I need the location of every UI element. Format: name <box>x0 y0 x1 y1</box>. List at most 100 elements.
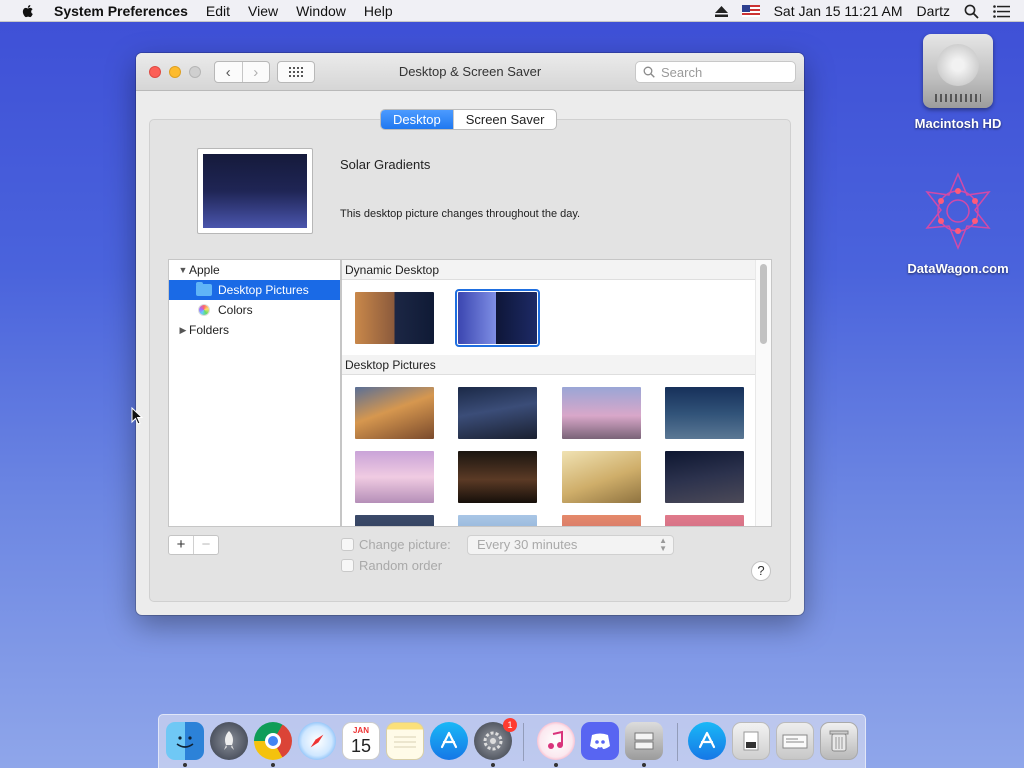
tab-screen-saver[interactable]: Screen Saver <box>452 110 557 129</box>
thumbnail-row4-3[interactable] <box>562 515 641 526</box>
mouse-cursor-icon <box>131 407 143 425</box>
launchpad-icon[interactable] <box>210 722 248 760</box>
picture-description: This desktop picture changes throughout … <box>340 208 581 220</box>
safari-icon[interactable] <box>298 722 336 760</box>
trash-icon[interactable] <box>820 722 858 760</box>
menu-edit[interactable]: Edit <box>206 3 230 19</box>
random-order-option[interactable]: Random order <box>341 558 442 573</box>
color-wheel-icon <box>198 304 210 316</box>
spotlight-search-icon[interactable] <box>964 4 979 19</box>
thumbnail-the-cove[interactable] <box>562 387 641 439</box>
datawagon-logo-icon <box>925 172 991 250</box>
menu-user[interactable]: Dartz <box>917 3 950 19</box>
menu-view[interactable]: View <box>248 3 278 19</box>
documents-stack-icon[interactable] <box>732 722 770 760</box>
scrollbar-thumb[interactable] <box>760 264 767 344</box>
menu-app-name[interactable]: System Preferences <box>54 3 188 19</box>
disclosure-collapsed-icon[interactable]: ▶ <box>177 325 189 336</box>
finder-icon[interactable] <box>166 722 204 760</box>
downloads-stack-icon[interactable] <box>776 722 814 760</box>
calendar-icon[interactable]: JAN 15 <box>342 722 380 760</box>
source-item-desktop-pictures[interactable]: Desktop Pictures <box>169 280 340 300</box>
menu-help[interactable]: Help <box>364 3 393 19</box>
thumbnail-row4-1[interactable] <box>355 515 434 526</box>
folder-icon <box>196 282 212 296</box>
search-icon <box>643 66 655 78</box>
up-down-arrows-icon: ▲ ▼ <box>659 536 667 553</box>
search-field[interactable]: Search <box>635 61 796 83</box>
desktop-screen-saver-window: ‹ › Desktop & Screen Saver Search Deskto… <box>136 53 804 615</box>
apple-menu-icon[interactable] <box>20 3 36 19</box>
random-order-checkbox[interactable] <box>341 559 354 572</box>
random-order-label: Random order <box>359 558 443 573</box>
running-indicator <box>271 763 275 767</box>
source-item-label: Colors <box>218 303 253 317</box>
dock-separator <box>523 723 524 761</box>
tab-desktop[interactable]: Desktop <box>381 110 453 129</box>
tab-control: Desktop Screen Saver <box>380 109 558 130</box>
source-item-colors[interactable]: Colors <box>169 300 340 320</box>
input-source-flag-icon[interactable] <box>741 5 760 17</box>
desktop-icon-macintosh-hd[interactable]: Macintosh HD <box>903 34 1013 131</box>
thumbnail-sand-dunes[interactable] <box>562 451 641 503</box>
source-item-folders[interactable]: ▶ Folders <box>169 320 340 340</box>
interval-value: Every 30 minutes <box>477 537 578 552</box>
notes-icon[interactable] <box>386 722 424 760</box>
remove-folder-button[interactable]: − <box>193 536 218 554</box>
eject-icon[interactable] <box>714 5 728 17</box>
section-header-dynamic-desktop: Dynamic Desktop <box>342 260 756 280</box>
menu-window[interactable]: Window <box>296 3 346 19</box>
disk-utility-icon[interactable] <box>625 722 663 760</box>
section-header-desktop-pictures: Desktop Pictures <box>342 355 756 375</box>
thumbnail-row4-2[interactable] <box>458 515 537 526</box>
running-indicator <box>491 763 495 767</box>
thumbnail-high-sierra[interactable] <box>665 387 744 439</box>
applications-folder-icon[interactable] <box>688 722 726 760</box>
desktop-picture-grid: Dynamic Desktop Desktop Pictures <box>341 259 772 527</box>
menu-clock[interactable]: Sat Jan 15 11:21 AM <box>774 3 903 19</box>
folder-add-remove: + − <box>168 535 219 555</box>
title-bar[interactable]: ‹ › Desktop & Screen Saver Search <box>136 53 804 91</box>
thumbnail-row4-4[interactable] <box>665 515 744 526</box>
help-button[interactable]: ? <box>751 561 771 581</box>
itunes-icon[interactable] <box>537 722 575 760</box>
source-item-label: Folders <box>189 323 230 337</box>
running-indicator <box>554 763 558 767</box>
grid-scrollbar[interactable] <box>755 260 771 526</box>
system-preferences-icon[interactable]: 1 <box>474 718 517 760</box>
dock: JAN 15 1 <box>158 714 866 768</box>
change-interval-select[interactable]: Every 30 minutes ▲ ▼ <box>467 535 674 555</box>
calendar-day: 15 <box>350 736 372 756</box>
thumbnail-mojave-dynamic[interactable] <box>355 292 434 344</box>
desktop-icon-datawagon[interactable]: DataWagon.com <box>903 170 1013 276</box>
thumbnail-solar-gradients[interactable] <box>455 289 540 347</box>
hard-drive-icon <box>923 34 993 108</box>
dock-separator <box>677 723 678 761</box>
source-item-apple[interactable]: ▼ Apple <box>169 260 340 280</box>
change-picture-option[interactable]: Change picture: <box>341 537 451 552</box>
running-indicator <box>642 763 646 767</box>
desktop-icon-label: Macintosh HD <box>914 116 1002 131</box>
search-placeholder: Search <box>661 64 703 80</box>
source-item-label: Apple <box>189 263 220 277</box>
thumbnail-mojave-night[interactable] <box>458 387 537 439</box>
thumbnail-mojave-day[interactable] <box>355 387 434 439</box>
menu-bar: System Preferences Edit View Window Help… <box>0 0 1024 22</box>
app-store-icon[interactable] <box>430 722 468 760</box>
chrome-icon[interactable] <box>254 722 292 760</box>
disclosure-expanded-icon[interactable]: ▼ <box>177 265 189 275</box>
thumbnail-rock[interactable] <box>355 451 434 503</box>
discord-icon[interactable] <box>581 722 619 760</box>
desktop-icon-label: DataWagon.com <box>907 261 1009 276</box>
thumbnail-city-night[interactable] <box>458 451 537 503</box>
change-picture-label: Change picture: <box>359 537 451 552</box>
notification-center-icon[interactable] <box>993 4 1010 18</box>
notification-badge: 1 <box>503 718 517 732</box>
running-indicator <box>183 763 187 767</box>
add-folder-button[interactable]: + <box>169 536 193 554</box>
current-picture-preview <box>197 148 313 234</box>
change-picture-checkbox[interactable] <box>341 538 354 551</box>
source-list: ▼ Apple Desktop Pictures Colors ▶ Folder… <box>168 259 341 527</box>
thumbnail-dunes-night[interactable] <box>665 451 744 503</box>
calendar-month: JAN <box>352 726 369 735</box>
